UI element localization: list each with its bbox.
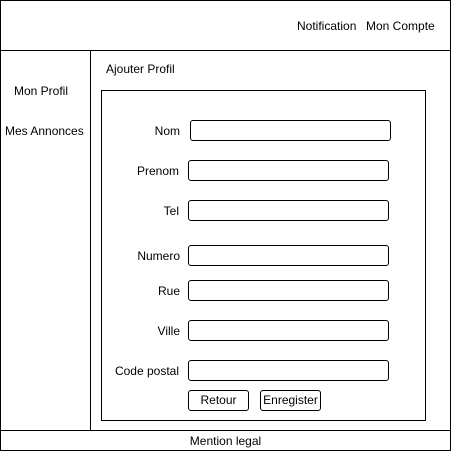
- rue-input[interactable]: [188, 280, 389, 301]
- numero-input[interactable]: [188, 245, 389, 266]
- code-postal-label: Code postal: [114, 364, 179, 378]
- prenom-input[interactable]: [188, 160, 389, 181]
- sidebar: [0, 50, 91, 431]
- nom-label: Nom: [154, 124, 180, 138]
- account-link[interactable]: Mon Compte: [366, 19, 435, 33]
- legal-mention[interactable]: Mention legal: [0, 434, 451, 448]
- tel-input[interactable]: [188, 200, 389, 221]
- sidebar-item-mes-annonces[interactable]: Mes Annonces: [5, 124, 84, 138]
- save-button[interactable]: Enregister: [260, 390, 321, 411]
- back-button[interactable]: Retour: [188, 390, 249, 411]
- notification-link[interactable]: Notification: [297, 19, 356, 33]
- rue-label: Rue: [157, 284, 180, 298]
- prenom-label: Prenom: [136, 164, 179, 178]
- page-title: Ajouter Profil: [106, 62, 175, 76]
- tel-label: Tel: [163, 204, 179, 218]
- ville-input[interactable]: [188, 320, 389, 341]
- ville-label: Ville: [157, 324, 180, 338]
- sidebar-item-mon-profil[interactable]: Mon Profil: [14, 84, 68, 98]
- nom-input[interactable]: [190, 120, 391, 141]
- code-postal-input[interactable]: [188, 360, 389, 381]
- numero-label: Numero: [137, 249, 180, 263]
